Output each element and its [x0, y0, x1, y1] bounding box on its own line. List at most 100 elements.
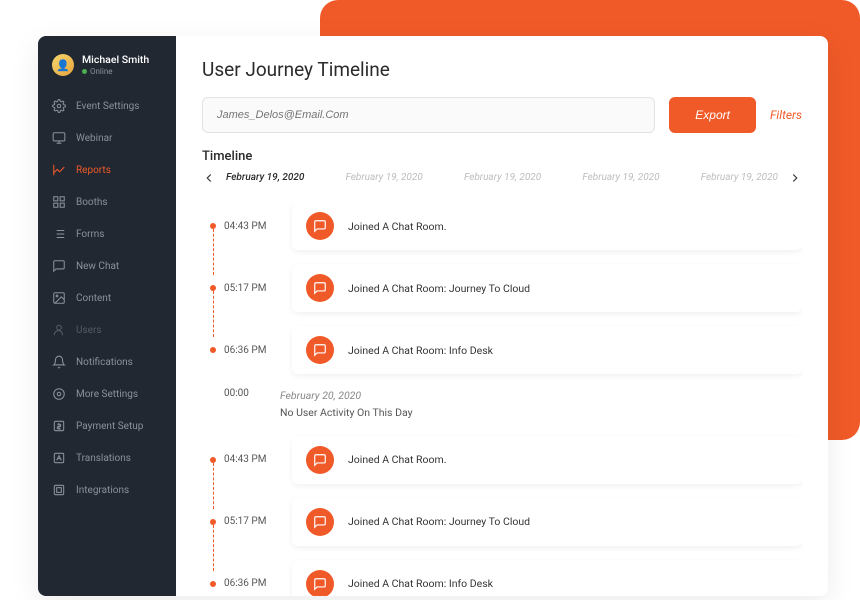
date-selector: February 19, 2020 February 19, 2020 Februa…: [202, 170, 802, 184]
timeline-text: Joined A Chat Room: Info Desk: [348, 344, 493, 357]
timeline-card[interactable]: Joined A Chat Room.: [292, 436, 802, 484]
search-row: Export Filters: [202, 97, 802, 133]
chat-icon: [52, 259, 66, 273]
main-content: User Journey Timeline Export Filters Tim…: [176, 36, 828, 596]
sidebar-item-label: Translations: [76, 453, 131, 464]
chat-icon: [306, 570, 334, 596]
sidebar-item-label: Integrations: [76, 485, 129, 496]
timeline-row: 05:17 PM Joined A Chat Room: Journey To C…: [210, 498, 802, 546]
timeline-gap-text: No User Activity On This Day: [280, 405, 413, 422]
sidebar-item-label: Forms: [76, 229, 104, 240]
date-tab[interactable]: February 19, 2020: [701, 172, 778, 183]
page-title: User Journey Timeline: [202, 58, 802, 81]
timeline-time-col: 04:43 PM: [210, 454, 272, 465]
timeline-row: 05:17 PM Joined A Chat Room: Journey To C…: [210, 264, 802, 312]
sidebar-item-booths[interactable]: Booths: [38, 186, 176, 218]
sidebar-item-translations[interactable]: Translations: [38, 442, 176, 474]
timeline-time-col: 05:17 PM: [210, 283, 272, 294]
timeline-time: 04:43 PM: [224, 221, 266, 232]
avatar: 👤: [52, 54, 74, 76]
sidebar-item-label: Content: [76, 293, 111, 304]
timeline-gap: 00:00 February 20, 2020No User Activity O…: [210, 388, 802, 422]
sidebar-item-label: Webinar: [76, 133, 112, 144]
timeline-card[interactable]: Joined A Chat Room: Info Desk: [292, 326, 802, 374]
gear-icon: [52, 99, 66, 113]
date-tab[interactable]: February 19, 2020: [582, 172, 659, 183]
sidebar-item-content[interactable]: Content: [38, 282, 176, 314]
sidebar-item-notifications[interactable]: Notifications: [38, 346, 176, 378]
timeline-card[interactable]: Joined A Chat Room: Journey To Cloud: [292, 498, 802, 546]
sidebar-item-payment-setup[interactable]: Payment Setup: [38, 410, 176, 442]
sidebar-item-label: Payment Setup: [76, 421, 143, 432]
sidebar: 👤 Michael Smith Online Event Settings Web…: [38, 36, 176, 596]
sidebar-item-event-settings[interactable]: Event Settings: [38, 90, 176, 122]
export-button[interactable]: Export: [669, 97, 756, 133]
sidebar-nav: Event Settings Webinar Reports Booths Forms N…: [38, 90, 176, 506]
timeline-time: 05:17 PM: [224, 283, 266, 294]
sidebar-item-label: Users: [76, 325, 102, 336]
sidebar-item-label: Booths: [76, 197, 108, 208]
filters-link[interactable]: Filters: [770, 108, 802, 122]
chart-icon: [52, 163, 66, 177]
sidebar-item-label: Notifications: [76, 357, 133, 368]
timeline-time-col: 04:43 PM: [210, 221, 272, 232]
font-icon: [52, 451, 66, 465]
timeline-body[interactable]: 04:43 PM Joined A Chat Room. 05:17 PM Joine…: [202, 202, 802, 596]
profile-info: Michael Smith Online: [82, 54, 149, 76]
timeline-text: Joined A Chat Room.: [348, 220, 446, 233]
dollar-icon: [52, 419, 66, 433]
link-icon: [52, 483, 66, 497]
timeline-text: Joined A Chat Room: Journey To Cloud: [348, 515, 530, 528]
timeline-dot-icon: [210, 347, 216, 353]
date-tab[interactable]: February 19, 2020: [226, 172, 304, 183]
chat-icon: [306, 212, 334, 240]
timeline-dot-icon: [210, 457, 216, 463]
sidebar-item-new-chat[interactable]: New Chat: [38, 250, 176, 282]
date-tab[interactable]: February 19, 2020: [464, 172, 541, 183]
timeline-time: 06:36 PM: [224, 345, 266, 356]
timeline-time-col: 06:36 PM: [210, 345, 272, 356]
sidebar-item-webinar[interactable]: Webinar: [38, 122, 176, 154]
timeline-row: 04:43 PM Joined A Chat Room.: [210, 202, 802, 250]
timeline-section: Timeline February 19, 2020February 19, 2…: [202, 149, 802, 596]
chevron-left-icon[interactable]: [202, 170, 216, 184]
image-icon: [52, 291, 66, 305]
date-tab[interactable]: February 19, 2020: [346, 172, 423, 183]
user-icon: [52, 323, 66, 337]
sliders-icon: [52, 387, 66, 401]
timeline-text: Joined A Chat Room: Info Desk: [348, 577, 493, 590]
sidebar-item-forms[interactable]: Forms: [38, 218, 176, 250]
timeline-row: 06:36 PM Joined A Chat Room: Info Desk: [210, 326, 802, 374]
monitor-icon: [52, 131, 66, 145]
status-dot-icon: [82, 69, 87, 74]
app-window: 👤 Michael Smith Online Event Settings Web…: [38, 36, 828, 596]
chat-icon: [306, 336, 334, 364]
sidebar-item-label: New Chat: [76, 261, 119, 272]
sidebar-item-more-settings[interactable]: More Settings: [38, 378, 176, 410]
profile[interactable]: 👤 Michael Smith Online: [38, 54, 176, 90]
timeline-dot-icon: [210, 581, 216, 587]
timeline-card[interactable]: Joined A Chat Room.: [292, 202, 802, 250]
timeline-time: 05:17 PM: [224, 516, 266, 527]
grid-icon: [52, 195, 66, 209]
timeline-gap-body: February 20, 2020No User Activity On Thi…: [280, 388, 413, 422]
timeline-gap-time: 00:00: [210, 388, 258, 399]
sidebar-item-users[interactable]: Users: [38, 314, 176, 346]
timeline-time-col: 06:36 PM: [210, 578, 272, 589]
search-input[interactable]: [202, 97, 655, 133]
date-tabs: February 19, 2020 February 19, 2020 Februa…: [222, 172, 782, 183]
chat-icon: [306, 446, 334, 474]
timeline-row: 06:36 PM Joined A Chat Room: Info Desk: [210, 560, 802, 596]
timeline-row: 04:43 PM Joined A Chat Room.: [210, 436, 802, 484]
timeline-card[interactable]: Joined A Chat Room: Info Desk: [292, 560, 802, 596]
sidebar-item-label: More Settings: [76, 389, 138, 400]
chevron-right-icon[interactable]: [788, 170, 802, 184]
chat-icon: [306, 274, 334, 302]
chat-icon: [306, 508, 334, 536]
sidebar-item-label: Event Settings: [76, 101, 139, 112]
timeline-dot-icon: [210, 285, 216, 291]
sidebar-item-reports[interactable]: Reports: [38, 154, 176, 186]
timeline-dot-icon: [210, 519, 216, 525]
timeline-card[interactable]: Joined A Chat Room: Journey To Cloud: [292, 264, 802, 312]
sidebar-item-integrations[interactable]: Integrations: [38, 474, 176, 506]
